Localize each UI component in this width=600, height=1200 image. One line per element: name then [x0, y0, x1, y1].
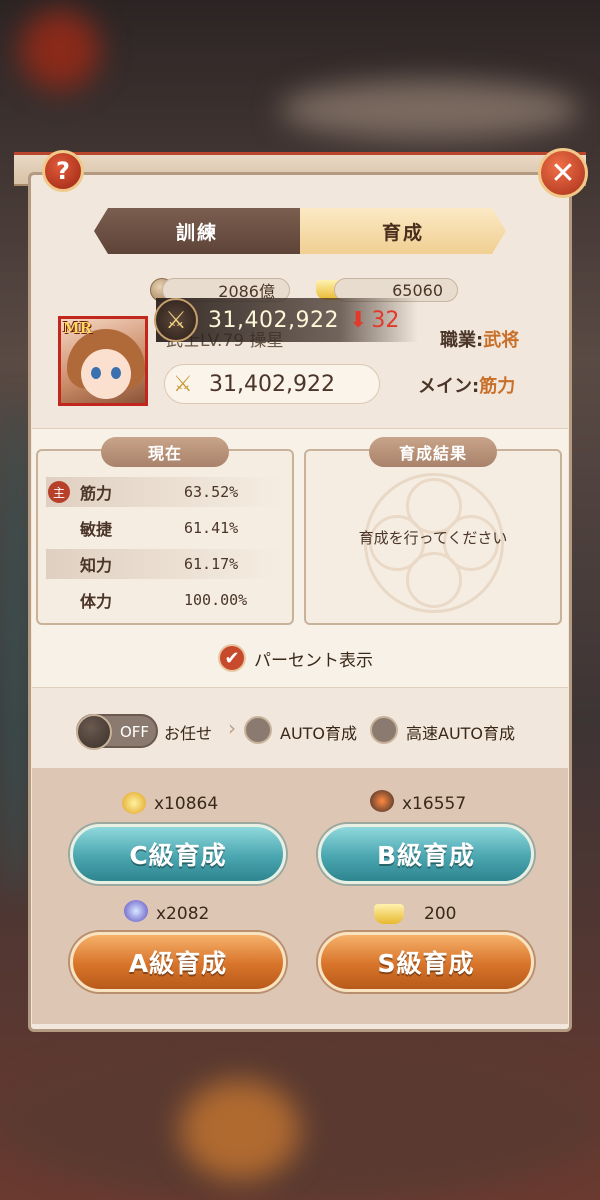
help-button[interactable]: ?	[42, 150, 84, 192]
result-message: 育成を行ってください	[358, 529, 508, 547]
gold-value: 65060	[392, 280, 443, 300]
b-grade-train-button[interactable]: B級育成	[318, 824, 534, 884]
percent-display-checkbox[interactable]: ✔	[218, 644, 246, 672]
main-label: メイン:	[418, 376, 480, 397]
auto-cultivate-label: AUTO育成	[280, 724, 358, 743]
fast-auto-cultivate-radio[interactable]	[370, 716, 398, 744]
close-button[interactable]: ✕	[538, 148, 588, 198]
job-label: 職業:	[440, 330, 484, 351]
stat-value: 61.17%	[184, 555, 239, 573]
result-panel-title: 育成結果	[369, 437, 497, 467]
rarity-badge: MR	[63, 319, 93, 337]
stat-label: 敏捷	[80, 520, 113, 539]
yellow-orb-icon	[122, 792, 146, 814]
a-grade-cost: x2082	[156, 904, 210, 924]
power-change-value: 31,402,922	[208, 307, 339, 333]
stat-value: 63.52%	[184, 483, 239, 501]
stat-label: 筋力	[80, 484, 113, 503]
job-line: 職業:武将	[440, 326, 519, 352]
stat-row-strength: 主 筋力 63.52%	[46, 477, 286, 507]
auto-cultivate-radio[interactable]	[244, 716, 272, 744]
main-attr-line: メイン:筋力	[418, 372, 515, 398]
fast-auto-cultivate-label: 高速AUTO育成	[406, 724, 516, 743]
crossed-swords-icon: ⚔	[173, 371, 193, 397]
power-change-delta: 32	[371, 307, 400, 333]
chevron-right-icon: ›	[228, 716, 236, 740]
stat-label: 知力	[80, 556, 113, 575]
result-panel: 育成結果 育成を行ってください	[304, 437, 562, 625]
auto-delegate-toggle[interactable]: OFF	[76, 714, 158, 750]
character-portrait[interactable]: MR	[58, 316, 148, 406]
s-grade-cost: 200	[424, 904, 457, 924]
combat-power-value: 31,402,922	[209, 371, 335, 397]
toggle-knob	[76, 714, 112, 750]
tab-cultivate[interactable]: 育成	[300, 208, 506, 254]
crossed-swords-icon: ⚔	[154, 298, 198, 342]
current-panel: 現在 主 筋力 63.52% 敏捷 61.41% 知力 61.17% 体力 10…	[36, 437, 294, 625]
fire-pot-icon	[370, 790, 394, 812]
toggle-state: OFF	[120, 723, 150, 741]
tab-bar: 訓練 育成	[94, 208, 506, 254]
tab-training[interactable]: 訓練	[94, 208, 300, 254]
stat-row-agility: 敏捷 61.41%	[46, 513, 286, 543]
stat-row-stamina: 体力 100.00%	[46, 585, 286, 615]
b-grade-cost: x16557	[402, 794, 467, 814]
percent-display-label: パーセント表示	[254, 651, 373, 671]
s-grade-train-button[interactable]: S級育成	[318, 932, 534, 992]
power-change-popup: ⚔ 31,402,922 ⬇ 32	[154, 298, 418, 342]
c-grade-train-button[interactable]: C級育成	[70, 824, 286, 884]
blue-orb-icon	[124, 900, 148, 922]
stat-value: 61.41%	[184, 519, 239, 537]
combat-power-field: ⚔ 31,402,922	[164, 364, 380, 404]
stat-value: 100.00%	[184, 591, 248, 609]
stat-row-intellect: 知力 61.17%	[46, 549, 286, 579]
gold-ingot-icon	[374, 904, 404, 924]
current-panel-title: 現在	[101, 437, 229, 467]
job-value: 武将	[483, 330, 520, 351]
main-value: 筋力	[479, 376, 516, 397]
c-grade-cost: x10864	[154, 794, 219, 814]
a-grade-train-button[interactable]: A級育成	[70, 932, 286, 992]
main-stat-badge: 主	[48, 481, 70, 503]
down-arrow-icon: ⬇	[348, 307, 368, 333]
delegate-label: お任せ	[164, 724, 213, 743]
stat-label: 体力	[80, 592, 113, 611]
